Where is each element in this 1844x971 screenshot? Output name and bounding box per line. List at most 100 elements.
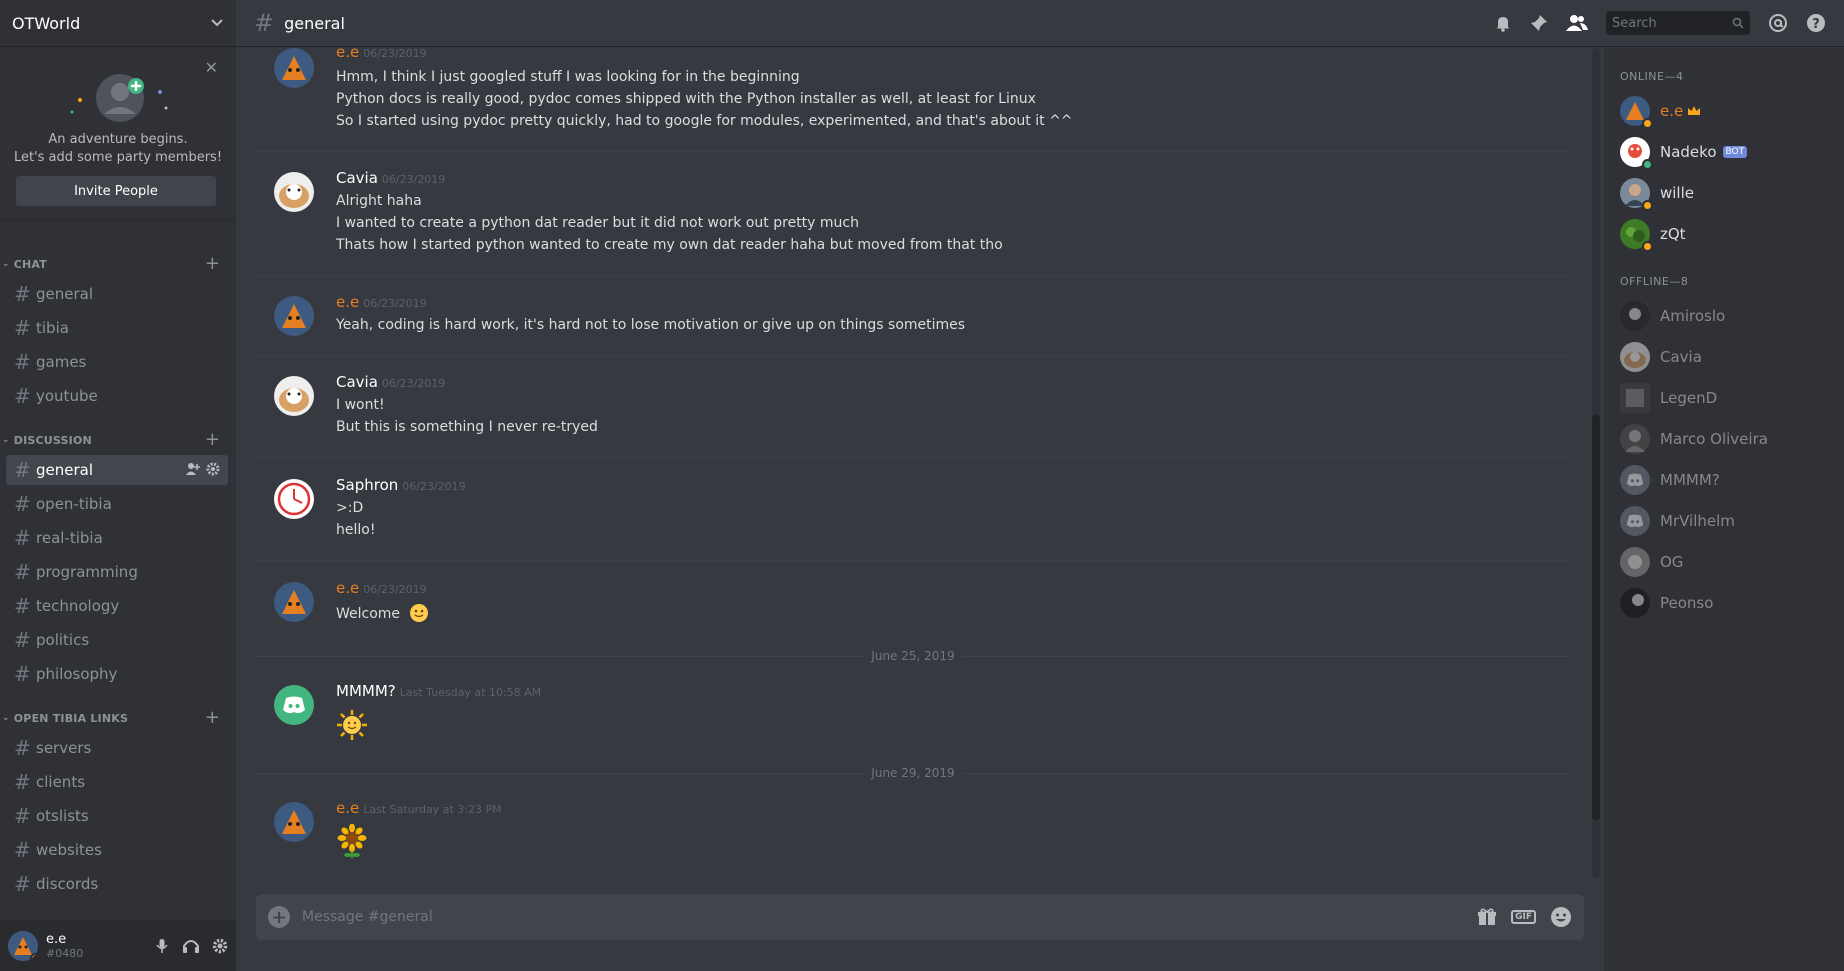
channel-label: politics bbox=[36, 631, 90, 649]
avatar[interactable] bbox=[274, 582, 314, 622]
channel-open-tibia[interactable]: # open-tibia bbox=[6, 489, 228, 519]
invite-line-2: Let's add some party members! bbox=[13, 150, 223, 165]
message-header: e.e 06/23/2019 bbox=[336, 579, 427, 597]
channel-servers[interactable]: # servers bbox=[6, 733, 228, 763]
member-ee[interactable]: e.e bbox=[1620, 91, 1830, 131]
message-divider bbox=[256, 275, 1570, 276]
gift-icon[interactable] bbox=[1477, 907, 1497, 927]
message-author[interactable]: Cavia bbox=[336, 169, 378, 187]
hash-icon: # bbox=[14, 804, 31, 828]
channel-politics[interactable]: # politics bbox=[6, 625, 228, 655]
add-channel-icon[interactable]: + bbox=[205, 253, 220, 274]
user-panel: e.e #0480 bbox=[0, 920, 236, 971]
channel-philosophy[interactable]: # philosophy bbox=[6, 659, 228, 689]
member-name: Cavia bbox=[1660, 348, 1702, 366]
avatar bbox=[1620, 588, 1650, 618]
channel-otslists[interactable]: # otslists bbox=[6, 801, 228, 831]
microphone-icon[interactable] bbox=[154, 938, 170, 954]
channel-title: general bbox=[284, 13, 345, 33]
pin-icon[interactable] bbox=[1530, 14, 1548, 32]
category-open-tibia-links[interactable]: ⌄ OPEN TIBIA LINKS + bbox=[0, 707, 236, 728]
member-name: Nadeko bbox=[1660, 143, 1717, 161]
category-chat[interactable]: ⌄ CHAT + bbox=[0, 253, 236, 274]
message-timestamp: 06/23/2019 bbox=[381, 173, 446, 186]
server-name: OTWorld bbox=[12, 13, 81, 33]
message-text: Hmm, I think I just googled stuff I was … bbox=[336, 69, 800, 85]
member-legend[interactable]: LegenD bbox=[1620, 378, 1830, 418]
avatar[interactable] bbox=[274, 376, 314, 416]
member-mrvilhelm[interactable]: MrVilhelm bbox=[1620, 501, 1830, 541]
message-author[interactable]: Saphron bbox=[336, 476, 398, 494]
gear-icon[interactable] bbox=[206, 462, 220, 476]
channel-technology[interactable]: # technology bbox=[6, 591, 228, 621]
member-zqt[interactable]: zQt bbox=[1620, 214, 1830, 254]
channel-discussion-general[interactable]: # general bbox=[6, 455, 228, 485]
online-status-icon bbox=[1642, 159, 1653, 170]
channel-label: philosophy bbox=[36, 665, 118, 683]
member-og[interactable]: OG bbox=[1620, 542, 1830, 582]
server-header[interactable]: OTWorld bbox=[0, 0, 236, 47]
mentions-icon[interactable] bbox=[1768, 13, 1788, 33]
upload-plus-button[interactable]: + bbox=[268, 906, 290, 928]
offline-group-label: OFFLINE—8 bbox=[1620, 275, 1689, 288]
channel-chat-general[interactable]: # general bbox=[6, 279, 228, 309]
channel-youtube[interactable]: # youtube bbox=[6, 381, 228, 411]
scrollbar-thumb[interactable] bbox=[1592, 415, 1600, 820]
avatar[interactable] bbox=[274, 296, 314, 336]
gear-icon[interactable] bbox=[212, 938, 228, 954]
add-channel-icon[interactable]: + bbox=[205, 429, 220, 450]
avatar[interactable] bbox=[274, 685, 314, 725]
channel-tibia[interactable]: # tibia bbox=[6, 313, 228, 343]
add-channel-icon[interactable]: + bbox=[205, 707, 220, 728]
channel-discords[interactable]: # discords bbox=[6, 869, 228, 899]
bell-icon[interactable] bbox=[1494, 14, 1512, 32]
member-cavia[interactable]: Cavia bbox=[1620, 337, 1830, 377]
member-mmmm[interactable]: MMMM? bbox=[1620, 460, 1830, 500]
invite-people-button[interactable]: Invite People bbox=[16, 176, 216, 206]
avatar[interactable] bbox=[274, 172, 314, 212]
search-input[interactable]: Search bbox=[1606, 11, 1750, 35]
channel-clients[interactable]: # clients bbox=[6, 767, 228, 797]
message-text: Yeah, coding is hard work, it's hard not… bbox=[336, 317, 966, 333]
help-icon[interactable]: ? bbox=[1806, 13, 1826, 33]
message-author[interactable]: e.e bbox=[336, 579, 359, 597]
channel-programming[interactable]: # programming bbox=[6, 557, 228, 587]
message-author[interactable]: e.e bbox=[336, 799, 359, 817]
channel-websites[interactable]: # websites bbox=[6, 835, 228, 865]
idle-status-icon bbox=[1642, 200, 1653, 211]
close-icon[interactable]: ✕ bbox=[205, 58, 218, 77]
member-wille[interactable]: wille bbox=[1620, 173, 1830, 213]
headphones-icon[interactable] bbox=[182, 938, 200, 954]
user-tag: #0480 bbox=[46, 946, 84, 960]
avatar bbox=[1620, 219, 1653, 252]
members-icon[interactable] bbox=[1566, 14, 1588, 32]
hash-icon: # bbox=[14, 384, 31, 408]
member-nadeko[interactable]: Nadeko BOT bbox=[1620, 132, 1830, 172]
member-marco-oliveira[interactable]: Marco Oliveira bbox=[1620, 419, 1830, 459]
message-timestamp: 06/23/2019 bbox=[363, 47, 427, 60]
message-author[interactable]: Cavia bbox=[336, 373, 378, 391]
member-name: wille bbox=[1660, 184, 1694, 202]
message-author[interactable]: MMMM? bbox=[336, 682, 396, 700]
og-avatar-icon bbox=[1620, 547, 1650, 577]
member-amiroslo[interactable]: Amiroslo bbox=[1620, 296, 1830, 336]
member-peonso[interactable]: Peonso bbox=[1620, 583, 1830, 623]
category-discussion[interactable]: ⌄ DISCUSSION + bbox=[0, 429, 236, 450]
avatar[interactable] bbox=[8, 930, 38, 961]
message-author[interactable]: e.e bbox=[336, 293, 359, 311]
channel-games[interactable]: # games bbox=[6, 347, 228, 377]
sun-with-face-emoji bbox=[337, 710, 367, 740]
message-text: hello! bbox=[336, 522, 376, 538]
avatar[interactable] bbox=[274, 48, 314, 88]
clock-avatar-icon bbox=[274, 479, 314, 519]
message-author[interactable]: e.e bbox=[336, 43, 359, 61]
legend-avatar-icon bbox=[1620, 383, 1650, 413]
hash-icon: # bbox=[14, 770, 31, 794]
add-user-icon[interactable] bbox=[186, 462, 200, 476]
gif-icon[interactable]: GIF bbox=[1511, 910, 1536, 924]
avatar[interactable] bbox=[274, 802, 314, 842]
channel-real-tibia[interactable]: # real-tibia bbox=[6, 523, 228, 553]
emoji-picker-icon[interactable] bbox=[1550, 906, 1572, 928]
avatar[interactable] bbox=[274, 479, 314, 519]
message-input[interactable] bbox=[302, 909, 1478, 925]
